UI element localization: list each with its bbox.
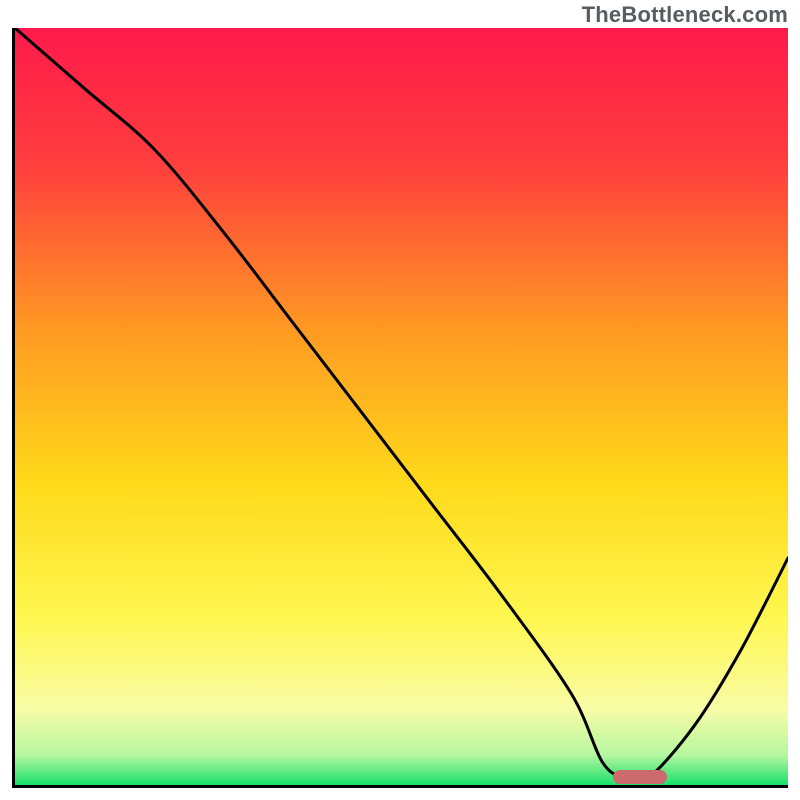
chart-curve (15, 28, 788, 785)
optimal-range-marker (613, 770, 667, 784)
chart-plot-area (12, 28, 788, 788)
watermark-text: TheBottleneck.com (582, 2, 788, 28)
